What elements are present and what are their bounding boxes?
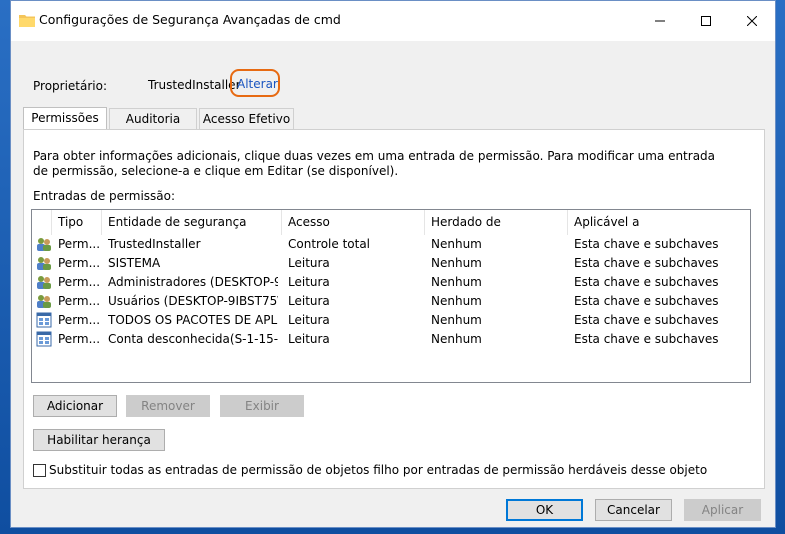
close-icon bbox=[747, 16, 757, 26]
add-button[interactable]: Adicionar bbox=[33, 395, 117, 417]
users-icon bbox=[37, 276, 51, 289]
row-principal: Conta desconhecida(S-1-15-3... bbox=[108, 332, 278, 346]
row-type: Perm... bbox=[58, 294, 101, 308]
permission-entries-label: Entradas de permissão: bbox=[33, 189, 176, 203]
column-header-applies[interactable]: Aplicável a bbox=[568, 210, 750, 235]
column-header-type[interactable]: Tipo bbox=[52, 210, 102, 235]
app-package-icon bbox=[36, 331, 52, 347]
row-principal: Administradores (DESKTOP-9I... bbox=[108, 275, 278, 289]
row-access: Leitura bbox=[288, 294, 330, 308]
users-icon bbox=[37, 257, 51, 270]
close-button[interactable] bbox=[729, 1, 775, 41]
permission-entries-list[interactable]: Tipo Entidade de segurança Acesso Herdad… bbox=[31, 209, 751, 383]
row-access: Leitura bbox=[288, 275, 330, 289]
folder-icon bbox=[19, 15, 35, 27]
row-type: Perm... bbox=[58, 275, 101, 289]
row-principal: SISTEMA bbox=[108, 256, 161, 270]
cancel-button[interactable]: Cancelar bbox=[595, 499, 672, 521]
minimize-button[interactable] bbox=[637, 1, 683, 41]
table-row[interactable]: Perm... Administradores (DESKTOP-9I... L… bbox=[32, 273, 750, 292]
row-applies: Esta chave e subchaves bbox=[574, 256, 719, 270]
row-access: Controle total bbox=[288, 237, 371, 251]
view-button[interactable]: Exibir bbox=[220, 395, 304, 417]
table-row[interactable]: Perm... Conta desconhecida(S-1-15-3... L… bbox=[32, 330, 750, 349]
users-icon bbox=[37, 238, 51, 251]
replace-child-permissions-label[interactable]: Substituir todas as entradas de permissã… bbox=[49, 463, 707, 477]
owner-label: Proprietário: bbox=[33, 79, 108, 93]
row-type: Perm... bbox=[58, 237, 101, 251]
row-access: Leitura bbox=[288, 256, 330, 270]
row-applies: Esta chave e subchaves bbox=[574, 313, 719, 327]
tab-permissions[interactable]: Permissões bbox=[23, 107, 107, 130]
owner-value: TrustedInstaller bbox=[148, 78, 241, 92]
tab-auditing[interactable]: Auditoria bbox=[109, 108, 197, 129]
row-applies: Esta chave e subchaves bbox=[574, 237, 719, 251]
row-inherited: Nenhum bbox=[431, 237, 482, 251]
row-inherited: Nenhum bbox=[431, 256, 482, 270]
row-type: Perm... bbox=[58, 256, 101, 270]
row-inherited: Nenhum bbox=[431, 294, 482, 308]
table-row[interactable]: Perm... TrustedInstaller Controle total … bbox=[32, 235, 750, 254]
title-bar[interactable]: Configurações de Segurança Avançadas de … bbox=[11, 1, 775, 41]
row-type: Perm... bbox=[58, 332, 101, 346]
change-owner-link[interactable]: Alterar bbox=[237, 77, 278, 91]
column-header-inherited[interactable]: Herdado de bbox=[425, 210, 568, 235]
row-type: Perm... bbox=[58, 313, 101, 327]
row-inherited: Nenhum bbox=[431, 275, 482, 289]
row-inherited: Nenhum bbox=[431, 313, 482, 327]
row-applies: Esta chave e subchaves bbox=[574, 275, 719, 289]
row-access: Leitura bbox=[288, 332, 330, 346]
row-principal: Usuários (DESKTOP-9IBST75\U... bbox=[108, 294, 278, 308]
table-row[interactable]: Perm... TODOS OS PACOTES DE APLIC... Lei… bbox=[32, 311, 750, 330]
ok-button[interactable]: OK bbox=[506, 499, 583, 521]
app-package-icon bbox=[36, 312, 52, 328]
minimize-icon bbox=[655, 20, 665, 22]
row-principal: TODOS OS PACOTES DE APLIC... bbox=[108, 313, 278, 327]
row-applies: Esta chave e subchaves bbox=[574, 332, 719, 346]
security-settings-dialog: Configurações de Segurança Avançadas de … bbox=[10, 0, 776, 528]
table-row[interactable]: Perm... Usuários (DESKTOP-9IBST75\U... L… bbox=[32, 292, 750, 311]
tab-effective-access[interactable]: Acesso Efetivo bbox=[199, 108, 294, 129]
users-icon bbox=[37, 295, 51, 308]
row-access: Leitura bbox=[288, 313, 330, 327]
replace-child-permissions-checkbox[interactable] bbox=[33, 464, 46, 477]
table-row[interactable]: Perm... SISTEMA Leitura Nenhum Esta chav… bbox=[32, 254, 750, 273]
row-inherited: Nenhum bbox=[431, 332, 482, 346]
column-header-principal[interactable]: Entidade de segurança bbox=[102, 210, 282, 235]
maximize-button[interactable] bbox=[683, 1, 729, 41]
column-header-spacer bbox=[32, 210, 52, 235]
maximize-icon bbox=[701, 16, 711, 26]
apply-button[interactable]: Aplicar bbox=[684, 499, 761, 521]
enable-inheritance-button[interactable]: Habilitar herança bbox=[33, 429, 165, 451]
row-principal: TrustedInstaller bbox=[108, 237, 201, 251]
info-text: Para obter informações adicionais, cliqu… bbox=[33, 149, 716, 178]
row-applies: Esta chave e subchaves bbox=[574, 294, 719, 308]
column-header-access[interactable]: Acesso bbox=[282, 210, 425, 235]
window-title: Configurações de Segurança Avançadas de … bbox=[39, 12, 341, 27]
remove-button[interactable]: Remover bbox=[126, 395, 210, 417]
